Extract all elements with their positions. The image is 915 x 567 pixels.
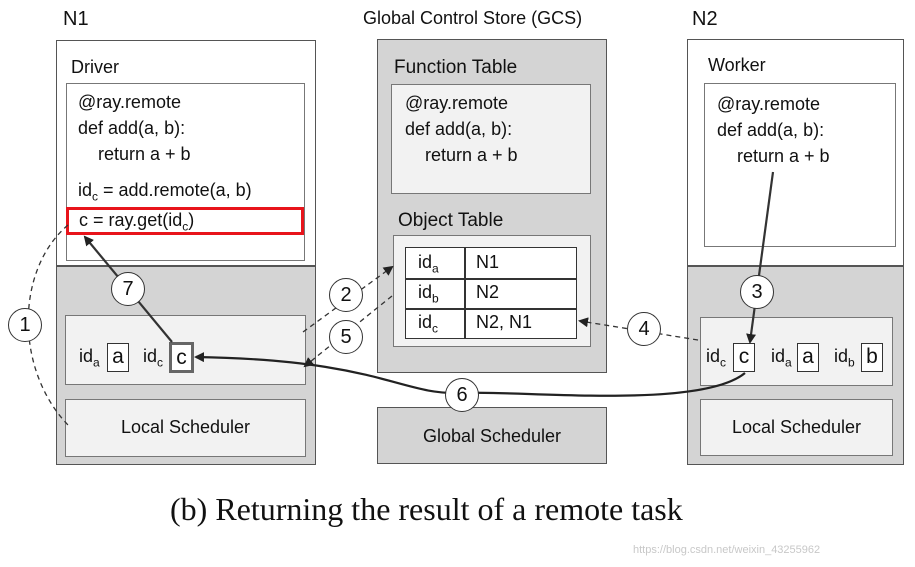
figure-caption: (b) Returning the result of a remote tas… [170, 491, 683, 527]
step-2-circle: 2 [329, 278, 363, 312]
step-3-circle: 3 [740, 275, 774, 309]
watermark: https://blog.csdn.net/weixin_43255962 [633, 544, 821, 556]
step-6-circle: 6 [445, 378, 479, 412]
step-7-circle: 7 [111, 272, 145, 306]
step-1-circle: 1 [8, 308, 42, 342]
step-4-circle: 4 [627, 312, 661, 346]
arrow-3-solid [746, 171, 775, 344]
step-5-circle: 5 [329, 320, 363, 354]
